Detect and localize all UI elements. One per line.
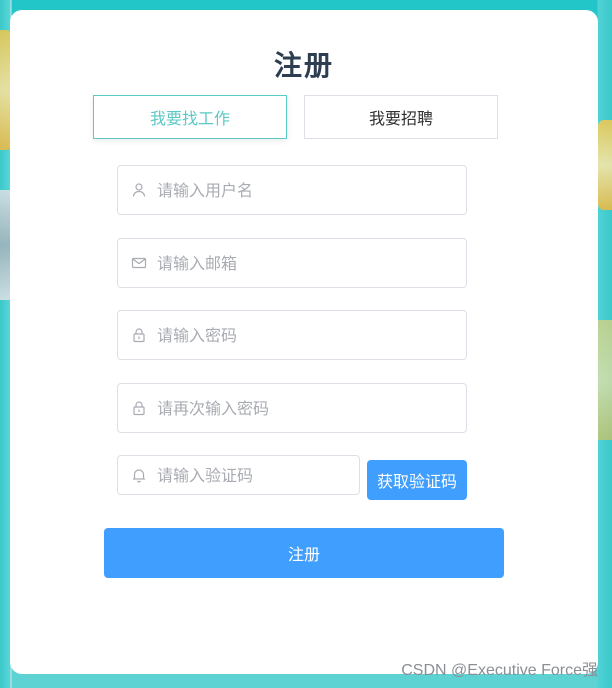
tab-job-seeker[interactable]: 我要找工作 [93,95,287,139]
mail-icon [131,255,147,271]
lock-icon [131,327,147,343]
tab-recruiter[interactable]: 我要招聘 [304,95,498,139]
user-icon [131,182,147,198]
lock-icon [131,400,147,416]
password-field[interactable] [117,310,467,360]
verification-code-input[interactable] [157,465,359,485]
email-input[interactable] [157,253,466,273]
bell-icon [131,467,147,483]
get-code-button[interactable]: 获取验证码 [367,460,467,500]
verification-code-field[interactable] [117,455,360,495]
username-input[interactable] [157,180,466,200]
username-field[interactable] [117,165,467,215]
email-field[interactable] [117,238,467,288]
watermark: CSDN @Executive Force强 [401,662,598,679]
page-title: 注册 [273,49,334,82]
register-card: 注册 我要找工作 我要招聘 请输入用户名 请输入邮箱 请输入验证码 获取验证码 … [10,10,598,674]
register-button[interactable]: 注册 [104,528,504,578]
background-decoration [0,190,10,300]
password-input[interactable] [157,325,466,345]
background-decoration [598,120,612,210]
background-decoration [598,320,612,440]
confirm-password-input[interactable] [157,398,466,418]
confirm-password-field[interactable] [117,383,467,433]
